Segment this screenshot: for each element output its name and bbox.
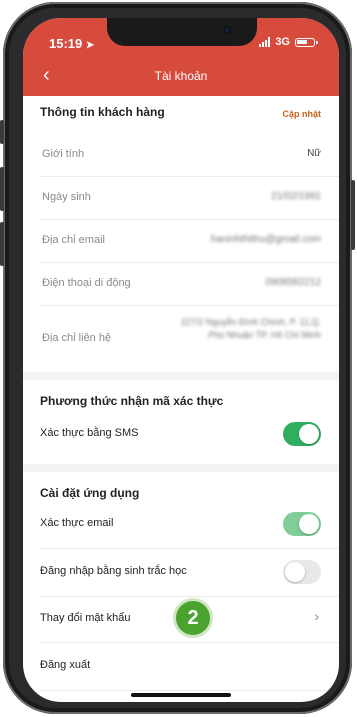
chevron-right-icon: › (314, 608, 319, 624)
home-indicator (131, 693, 231, 697)
volume-down-button (0, 222, 4, 266)
gender-label: Giới tính (42, 148, 85, 160)
screen: 15:19 ➤ 3G ‹ Tài khoản Thông tin khách h… (23, 18, 339, 702)
address-row: Địa chỉ liên hệ 227/2 Nguyễn Đình Chính,… (40, 306, 339, 372)
status-time: 15:19 ➤ (49, 36, 94, 51)
section-divider (23, 464, 339, 472)
page-title: Tài khoản (154, 69, 208, 83)
sms-auth-label: Xác thực bằng SMS (40, 427, 139, 439)
toggle-knob (299, 424, 319, 444)
phone-value: 0908582212 (265, 277, 321, 288)
phone-frame: 15:19 ➤ 3G ‹ Tài khoản Thông tin khách h… (0, 2, 355, 714)
row-separator (40, 548, 339, 549)
row-separator (40, 690, 339, 691)
customer-info-header: Thông tin khách hàng Cập nhật (23, 96, 339, 134)
app-settings-section: Cài đặt ứng dụng Xác thực email Đăng nhậ… (23, 472, 339, 702)
battery-icon (295, 37, 318, 47)
app-header: 15:19 ➤ 3G ‹ Tài khoản (23, 18, 339, 96)
email-row: Địa chỉ email haninhthithu@gmail.com (40, 220, 339, 263)
gender-value: Nữ (307, 148, 321, 159)
signal-icon (259, 37, 271, 47)
birthday-label: Ngày sinh (42, 191, 91, 203)
auth-heading: Phương thức nhận mã xác thực (40, 394, 224, 408)
section-divider (23, 372, 339, 380)
biometric-login-toggle[interactable] (283, 560, 321, 584)
account-content: Thông tin khách hàng Cập nhật Giới tính … (23, 96, 339, 702)
sms-auth-toggle[interactable] (283, 422, 321, 446)
app-settings-heading: Cài đặt ứng dụng (40, 486, 140, 500)
logout-item[interactable]: Đăng xuất (40, 659, 90, 671)
address-label: Địa chỉ liên hệ (42, 332, 112, 344)
phone-label: Điện thoại di động (42, 277, 131, 289)
status-icons: 3G (259, 36, 318, 48)
location-arrow-icon: ➤ (85, 40, 95, 51)
email-value: haninhthithu@gmail.com (210, 234, 321, 245)
email-auth-label: Xác thực email (40, 517, 114, 529)
customer-info-heading: Thông tin khách hàng (40, 105, 165, 119)
email-label: Địa chỉ email (42, 234, 105, 246)
email-auth-toggle[interactable] (283, 512, 321, 536)
toggle-knob (299, 514, 319, 534)
step-number-badge: 2 (173, 598, 213, 638)
address-value: 227/2 Nguyễn Đình Chính, P. 11,Q. Phú Nh… (180, 317, 321, 340)
row-separator (40, 596, 339, 597)
status-time-text: 15:19 (49, 36, 83, 51)
birthday-value: 21/02/1991 (270, 191, 321, 202)
volume-up-button (0, 167, 4, 211)
power-button (351, 180, 355, 250)
network-type: 3G (275, 36, 290, 48)
gender-row: Giới tính Nữ (40, 134, 339, 177)
row-separator (40, 642, 339, 643)
camera (223, 26, 231, 34)
phone-row: Điện thoại di động 0908582212 (40, 263, 339, 306)
toggle-knob (285, 562, 305, 582)
update-link[interactable]: Cập nhật (282, 109, 321, 119)
auth-section: Phương thức nhận mã xác thực Xác thực bằ… (23, 380, 339, 464)
notch (107, 18, 257, 46)
biometric-login-label: Đăng nhập bằng sinh trắc học (40, 565, 187, 577)
change-password-item[interactable]: Thay đổi mật khẩu (40, 612, 131, 624)
birthday-row: Ngày sinh 21/02/1991 (40, 177, 339, 220)
silent-switch (0, 120, 4, 144)
